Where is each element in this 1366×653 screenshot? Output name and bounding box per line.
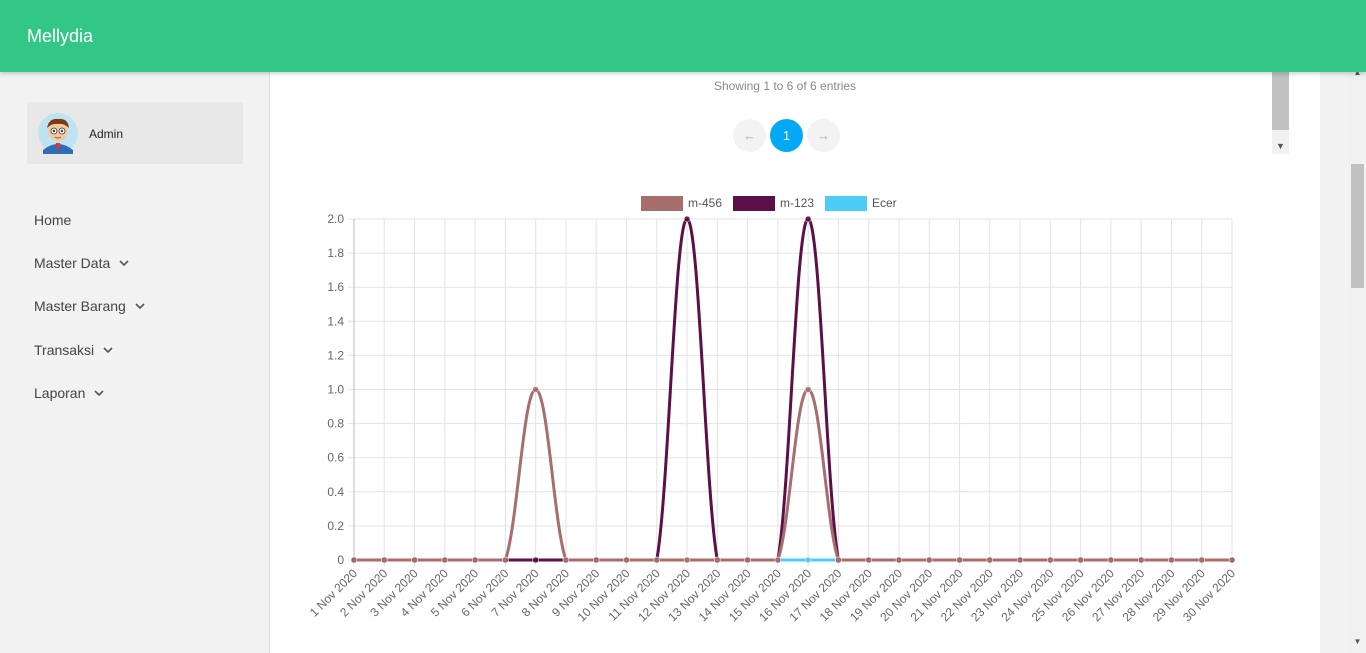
data-point: [1168, 556, 1175, 564]
sidebar: Admin Home Master Data Master Barang Tra…: [0, 72, 270, 653]
data-point: [562, 556, 570, 564]
page-scrollbar[interactable]: ▲ ▼: [1349, 68, 1366, 653]
user-card[interactable]: Admin: [27, 102, 243, 164]
chevron-down-icon: [119, 260, 129, 267]
sidebar-item-home[interactable]: Home: [34, 198, 146, 241]
data-point: [986, 556, 994, 564]
page-gutter: [1320, 72, 1349, 653]
user-name: Admin: [89, 127, 124, 141]
data-point: [350, 556, 358, 564]
y-tick-label: 1.0: [327, 383, 344, 397]
y-tick-label: 0.6: [327, 451, 344, 465]
y-tick-label: 0: [337, 553, 344, 567]
sidebar-item-transaksi[interactable]: Transaksi: [34, 328, 146, 371]
y-tick-label: 1.2: [327, 348, 344, 362]
data-point: [804, 215, 812, 223]
data-point: [683, 215, 691, 223]
y-tick-label: 2.0: [327, 212, 344, 226]
data-point: [1016, 556, 1024, 564]
data-point: [441, 556, 449, 564]
data-point: [835, 556, 842, 564]
data-point: [683, 556, 691, 564]
sidebar-item-label: Master Barang: [34, 298, 126, 315]
data-point: [532, 556, 539, 564]
sidebar-item-laporan[interactable]: Laporan: [34, 371, 146, 414]
data-point: [381, 556, 388, 564]
chevron-down-icon: [94, 390, 104, 396]
table-scrollbar[interactable]: ▼: [1272, 72, 1289, 154]
data-point: [804, 556, 812, 564]
data-point: [471, 556, 479, 564]
chevron-down-icon: [135, 303, 145, 310]
chevron-down-icon: [103, 346, 113, 353]
data-point: [532, 386, 539, 393]
scroll-down-icon[interactable]: ▼: [1349, 637, 1366, 651]
legend-swatch: [641, 196, 683, 211]
data-point: [411, 556, 418, 564]
legend-swatch: [733, 196, 775, 211]
legend-label: Ecer: [872, 196, 897, 210]
y-tick-label: 0.8: [327, 417, 344, 431]
scroll-down-icon[interactable]: ▼: [1272, 138, 1289, 154]
prev-page-button[interactable]: ←: [733, 119, 766, 152]
data-point: [895, 556, 903, 564]
top-bar: Mellydia: [0, 0, 1366, 72]
series-line-m-456: [354, 387, 1232, 562]
data-point: [592, 556, 600, 564]
sidebar-item-label: Home: [34, 211, 72, 228]
avatar: [38, 113, 78, 154]
legend-label: m-456: [688, 196, 722, 210]
y-tick-label: 0.2: [327, 519, 344, 533]
table-info: Showing 1 to 6 of 6 entries: [713, 79, 857, 93]
sidebar-item-master-data[interactable]: Master Data: [34, 241, 146, 284]
data-point: [1137, 556, 1145, 564]
data-point: [502, 556, 509, 564]
legend-swatch: [825, 196, 867, 211]
pagination: ← 1 →: [733, 119, 840, 152]
sidebar-item-label: Transaksi: [34, 341, 95, 358]
data-point: [774, 556, 782, 564]
data-point: [653, 556, 661, 564]
sidebar-item-label: Laporan: [34, 384, 86, 401]
data-point: [956, 556, 963, 564]
data-point: [744, 556, 751, 564]
scrollbar-thumb[interactable]: [1351, 164, 1364, 288]
sidebar-item-label: Master Data: [34, 254, 111, 271]
next-page-button[interactable]: →: [807, 119, 840, 152]
data-point: [1047, 556, 1054, 564]
data-point: [1077, 556, 1084, 564]
data-point: [804, 386, 812, 393]
app-title[interactable]: Mellydia: [27, 26, 93, 47]
data-point: [623, 556, 630, 564]
data-point: [1198, 556, 1205, 564]
data-point: [1107, 556, 1115, 564]
y-tick-label: 0.4: [327, 485, 344, 499]
line-chart: 00.20.40.60.81.01.21.41.61.82.01 Nov 202…: [307, 196, 1238, 624]
y-tick-label: 1.8: [327, 246, 344, 260]
y-tick-label: 1.4: [327, 314, 344, 328]
sidebar-item-master-barang[interactable]: Master Barang: [34, 285, 146, 328]
legend-label: m-123: [780, 196, 814, 210]
y-tick-label: 1.6: [327, 280, 344, 294]
sidebar-nav: Home Master Data Master Barang Transaksi…: [34, 198, 146, 414]
data-point: [714, 556, 721, 564]
data-point: [1228, 556, 1236, 564]
data-point: [865, 556, 872, 564]
data-point: [925, 556, 933, 564]
page-1-button[interactable]: 1: [770, 119, 803, 152]
scrollbar-thumb[interactable]: [1272, 72, 1289, 130]
